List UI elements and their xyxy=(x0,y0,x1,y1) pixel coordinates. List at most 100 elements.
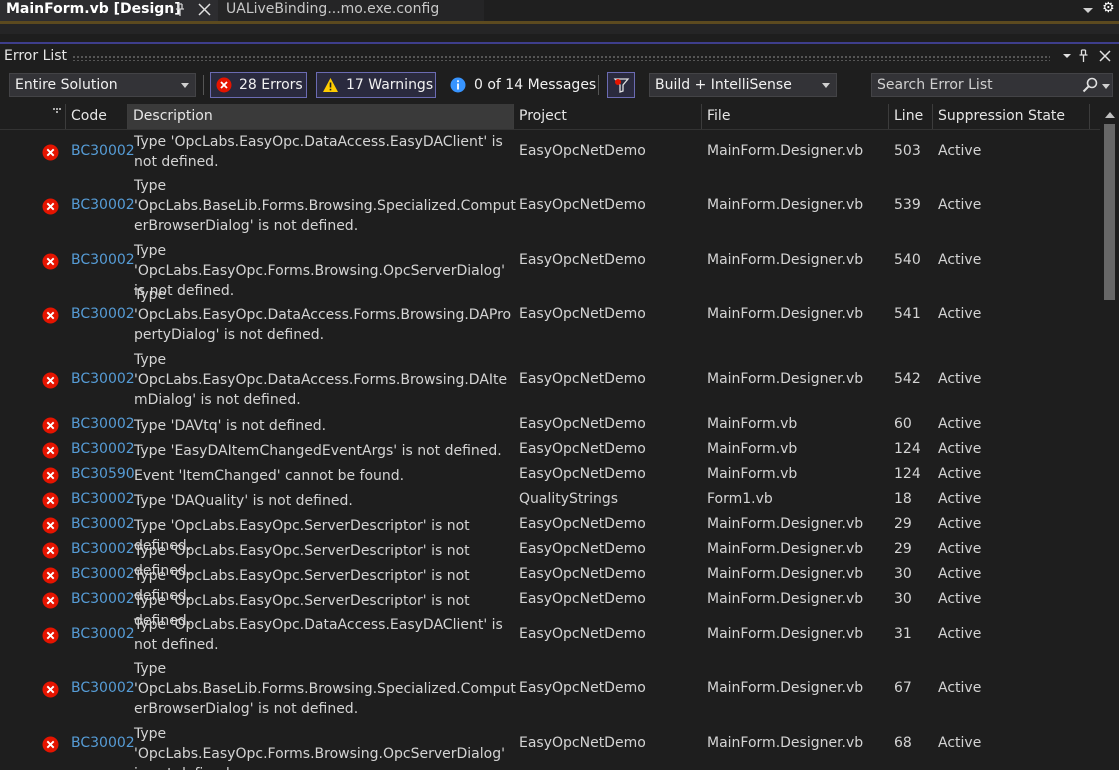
search-input[interactable] xyxy=(877,76,1072,94)
error-code-link[interactable]: BC30002 xyxy=(71,626,135,642)
error-suppression-state: Active xyxy=(938,143,982,159)
table-row[interactable]: BC30002 Type 'EasyDAItemChangedEventArgs'… xyxy=(0,440,1100,465)
error-code-link[interactable]: BC30002 xyxy=(71,416,135,432)
error-icon xyxy=(42,492,59,509)
table-row[interactable]: BC30002 Type 'OpcLabs.EasyOpc.Forms.Brows… xyxy=(0,241,1100,299)
error-description: Type 'OpcLabs.BaseLib.Forms.Browsing.Spe… xyxy=(134,178,516,234)
column-header-label: Line xyxy=(894,108,924,124)
errors-filter-button[interactable]: 28 Errors xyxy=(210,72,307,98)
error-project: EasyOpcNetDemo xyxy=(519,626,646,642)
close-icon[interactable] xyxy=(1099,50,1111,62)
error-code-link[interactable]: BC30002 xyxy=(71,735,135,751)
error-code-link[interactable]: BC30002 xyxy=(71,516,135,532)
error-icon xyxy=(42,442,59,459)
error-code-link[interactable]: BC30590 xyxy=(71,466,135,482)
close-icon[interactable] xyxy=(198,3,211,16)
error-icon xyxy=(42,627,59,644)
warnings-filter-button[interactable]: 17 Warnings xyxy=(316,72,436,98)
table-row[interactable]: BC30002 Type 'OpcLabs.BaseLib.Forms.Brows… xyxy=(0,176,1100,241)
error-code-link[interactable]: BC30002 xyxy=(71,591,135,607)
error-icon xyxy=(42,681,59,698)
errors-count-label: 28 Errors xyxy=(239,77,303,93)
table-row[interactable]: BC30002 Type 'OpcLabs.EasyOpc.ServerDescr… xyxy=(0,515,1100,554)
scope-dropdown[interactable]: Entire Solution xyxy=(9,73,196,97)
column-header-description[interactable]: Description xyxy=(128,104,514,129)
column-header-suppression-state[interactable]: Suppression State xyxy=(933,104,1090,129)
error-line: 539 xyxy=(894,197,921,213)
tab-config-file[interactable]: UALiveBinding...mo.exe.config xyxy=(218,0,484,21)
column-header-file[interactable]: File xyxy=(702,104,889,129)
error-code-link[interactable]: BC30002 xyxy=(71,441,135,457)
drag-grip[interactable] xyxy=(72,55,1050,61)
table-row[interactable]: BC30002 Type 'OpcLabs.EasyOpc.DataAccess.… xyxy=(0,615,1100,659)
error-file: MainForm.Designer.vb xyxy=(707,541,864,557)
error-code-link[interactable]: BC30002 xyxy=(71,491,135,507)
panel-title: Error List xyxy=(4,48,68,64)
error-line: 540 xyxy=(894,252,921,268)
filter-button[interactable] xyxy=(607,72,635,98)
table-row[interactable]: BC30002 Type 'OpcLabs.EasyOpc.ServerDescr… xyxy=(0,565,1100,604)
error-project: EasyOpcNetDemo xyxy=(519,566,646,582)
error-icon xyxy=(42,592,59,609)
error-file: MainForm.Designer.vb xyxy=(707,252,864,268)
sort-indicator-icon xyxy=(53,108,61,113)
table-row[interactable]: BC30002 Type 'OpcLabs.EasyOpc.DataAccess.… xyxy=(0,350,1100,415)
table-row[interactable]: BC30002 Type 'OpcLabs.BaseLib.Forms.Brows… xyxy=(0,659,1100,724)
info-icon[interactable] xyxy=(450,77,466,93)
table-row[interactable]: BC30002 Type 'OpcLabs.EasyOpc.Forms.Brows… xyxy=(0,724,1100,770)
error-code-link[interactable]: BC30002 xyxy=(71,680,135,696)
messages-filter-button[interactable]: 0 of 14 Messages xyxy=(474,77,596,93)
scroll-up-arrow-icon[interactable] xyxy=(1105,112,1115,118)
tab-mainform-design[interactable]: MainForm.vb [Design] xyxy=(0,0,218,21)
window-position-dropdown-icon[interactable] xyxy=(1062,51,1072,61)
column-header-icon[interactable] xyxy=(0,104,66,129)
error-project: EasyOpcNetDemo xyxy=(519,516,646,532)
table-row[interactable]: BC30002 Type 'OpcLabs.EasyOpc.ServerDescr… xyxy=(0,540,1100,579)
error-icon xyxy=(42,253,59,270)
pin-icon[interactable] xyxy=(1078,49,1089,63)
error-suppression-state: Active xyxy=(938,516,982,532)
error-description: Type 'DAVtq' is not defined. xyxy=(134,418,327,434)
scrollbar-thumb[interactable] xyxy=(1104,124,1115,300)
table-row[interactable]: BC30590 Event 'ItemChanged' cannot be fou… xyxy=(0,465,1100,490)
error-file: MainForm.Designer.vb xyxy=(707,591,864,607)
error-line: 542 xyxy=(894,371,921,387)
column-header-project[interactable]: Project xyxy=(514,104,702,129)
table-row[interactable]: BC30002 Type 'DAQuality' is not defined. Q… xyxy=(0,490,1100,515)
error-project: QualityStrings xyxy=(519,491,619,507)
chevron-down-icon[interactable] xyxy=(1082,6,1094,15)
error-code-link[interactable]: BC30002 xyxy=(71,371,135,387)
build-source-value: Build + IntelliSense xyxy=(655,77,792,93)
search-box[interactable] xyxy=(871,73,1113,97)
gear-icon[interactable]: ⚙ xyxy=(1102,0,1115,16)
error-line: 31 xyxy=(894,626,912,642)
error-line: 67 xyxy=(894,680,912,696)
error-file: MainForm.Designer.vb xyxy=(707,371,864,387)
search-icon[interactable] xyxy=(1082,77,1098,93)
error-file: MainForm.Designer.vb xyxy=(707,680,864,696)
table-row[interactable]: BC30002 Type 'OpcLabs.EasyOpc.DataAccess.… xyxy=(0,285,1100,350)
error-file: MainForm.vb xyxy=(707,466,798,482)
tab-title: UALiveBinding...mo.exe.config xyxy=(226,1,440,17)
build-source-dropdown[interactable]: Build + IntelliSense xyxy=(649,73,837,97)
column-header-label: Project xyxy=(519,108,567,124)
error-list-rows: BC30002 Type 'OpcLabs.EasyOpc.DataAccess.… xyxy=(0,129,1100,770)
error-code-link[interactable]: BC30002 xyxy=(71,143,135,159)
error-suppression-state: Active xyxy=(938,416,982,432)
chevron-down-icon[interactable] xyxy=(1102,84,1110,89)
error-project: EasyOpcNetDemo xyxy=(519,306,646,322)
pin-icon[interactable] xyxy=(174,3,186,17)
error-code-link[interactable]: BC30002 xyxy=(71,566,135,582)
error-code-link[interactable]: BC30002 xyxy=(71,197,135,213)
column-header-line[interactable]: Line xyxy=(889,104,933,129)
error-description: Event 'ItemChanged' cannot be found. xyxy=(134,468,405,484)
error-description: Type 'EasyDAItemChangedEventArgs' is not… xyxy=(134,443,502,459)
column-header-code[interactable]: Code xyxy=(66,104,128,129)
warnings-count-label: 17 Warnings xyxy=(346,77,434,93)
error-code-link[interactable]: BC30002 xyxy=(71,252,135,268)
error-code-link[interactable]: BC30002 xyxy=(71,541,135,557)
table-row[interactable]: BC30002 Type 'DAVtq' is not defined. EasyO… xyxy=(0,415,1100,440)
error-code-link[interactable]: BC30002 xyxy=(71,306,135,322)
table-row[interactable]: BC30002 Type 'OpcLabs.EasyOpc.DataAccess.… xyxy=(0,132,1100,176)
table-row[interactable]: BC30002 Type 'OpcLabs.EasyOpc.ServerDescr… xyxy=(0,590,1100,629)
